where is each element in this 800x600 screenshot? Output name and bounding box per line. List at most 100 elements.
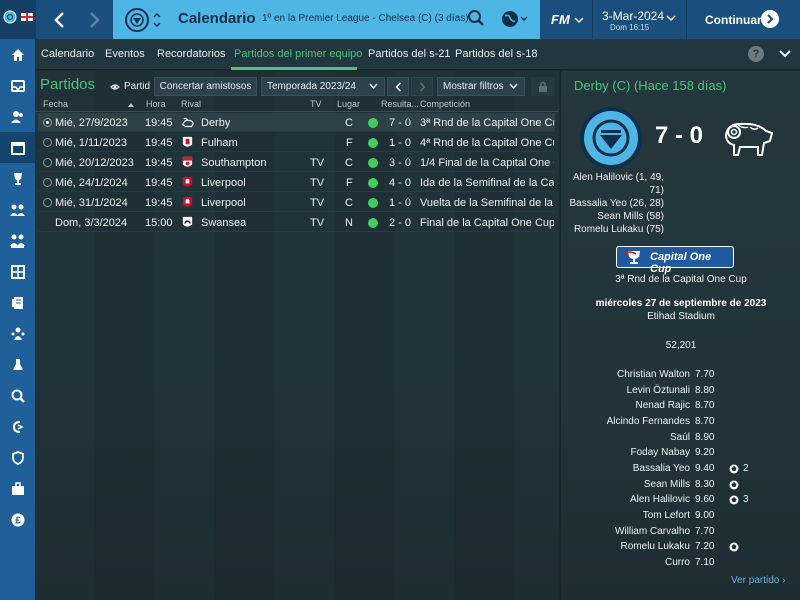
fixture-competition[interactable]: 4ª Rnd de la Capital One Cup <box>420 137 554 149</box>
player-name[interactable]: Foday Nabay <box>631 447 690 458</box>
fixture-opponent[interactable]: Swansea <box>201 217 246 229</box>
fixture-row[interactable]: Mié, 20/12/2023 19:45 Southampton TV C 3… <box>38 153 555 172</box>
tab-partidos-s21[interactable]: Partidos del s-21 <box>368 48 451 60</box>
chevron-left-icon <box>394 81 401 92</box>
player-name[interactable]: Alcindo Fernandes <box>607 416 690 427</box>
sidebar-item-club-vision[interactable] <box>0 442 35 473</box>
fixture-competition[interactable]: Ida de la Semifinal de la Ca... <box>420 177 554 189</box>
player-rating: 8.70 <box>695 416 715 427</box>
sidebar-item-scouting[interactable] <box>0 318 35 349</box>
match-summary-title[interactable]: Derby (C) (Hace 158 días) <box>574 78 726 93</box>
arrange-friendlies-button[interactable]: Concertar amistosos <box>154 77 257 96</box>
fixture-opponent[interactable]: Fulham <box>201 137 238 149</box>
col-competition[interactable]: Competición <box>420 99 470 109</box>
sidebar-item-inbox[interactable] <box>0 70 35 101</box>
fixture-result[interactable]: 7 - 0 <box>389 117 411 129</box>
club-crest-switcher[interactable] <box>124 7 172 36</box>
sidebar-item-staff[interactable] <box>0 194 35 225</box>
sidebar-item-calendar[interactable] <box>0 132 35 163</box>
lock-button[interactable] <box>531 77 555 96</box>
fixture-competition[interactable]: Vuelta de la Semifinal de la ... <box>420 197 554 209</box>
view-match-link[interactable]: Ver partido › <box>731 575 786 586</box>
col-date[interactable]: Fecha <box>43 99 68 109</box>
fixture-result[interactable]: 1 - 0 <box>389 197 411 209</box>
next-season-button[interactable] <box>411 77 433 96</box>
sidebar-item-squad[interactable] <box>0 101 35 132</box>
fixture-competition[interactable]: Final de la Capital One Cup <box>420 217 554 229</box>
fixture-row[interactable]: Mié, 27/9/2023 19:45 Derby C 7 - 0 3ª Rn… <box>38 113 555 132</box>
tab-partidos-s18[interactable]: Partidos del s-18 <box>455 48 538 60</box>
fixtures-view-toggle[interactable]: Partid <box>110 81 150 92</box>
fixture-competition[interactable]: 3ª Rnd de la Capital One Cup <box>420 117 554 129</box>
player-name[interactable]: Alen Halilovic <box>630 494 690 505</box>
col-opponent[interactable]: Rival <box>181 99 201 109</box>
player-name[interactable]: Bassalia Yeo <box>633 463 690 474</box>
fixture-row[interactable]: Mié, 31/1/2024 19:45 Liverpool TV C 1 - … <box>38 193 555 212</box>
fixture-opponent[interactable]: Derby <box>201 117 230 129</box>
search-button[interactable] <box>467 9 485 30</box>
player-name[interactable]: Curro <box>665 557 690 568</box>
stadium-name[interactable]: Etihad Stadium <box>561 311 800 322</box>
player-name[interactable]: Nenad Rajic <box>636 400 690 411</box>
sidebar-item-transfers[interactable] <box>0 349 35 380</box>
continue-button[interactable]: Continuar <box>692 0 800 39</box>
sidebar-item-development[interactable] <box>0 411 35 442</box>
col-venue[interactable]: Lugar <box>337 99 360 109</box>
fixture-opponent[interactable]: Liverpool <box>201 177 246 189</box>
sidebar-item-search[interactable] <box>0 380 35 411</box>
player-name[interactable]: Levin Öztunali <box>627 385 690 396</box>
player-name[interactable]: Saúl <box>670 432 690 443</box>
help-button[interactable]: ? <box>748 46 764 62</box>
forward-button[interactable] <box>77 0 113 39</box>
col-time[interactable]: Hora <box>146 99 166 109</box>
row-selector[interactable] <box>43 178 52 187</box>
player-name[interactable]: William Carvalho <box>615 526 690 537</box>
fixture-row[interactable]: Dom, 3/3/2024 15:00 Swansea TV N 2 - 0 F… <box>38 213 555 232</box>
sidebar-item-competitions[interactable] <box>0 163 35 194</box>
arrow-right-circle-icon <box>761 10 779 28</box>
row-selector[interactable] <box>43 138 52 147</box>
fixture-row[interactable]: Mié, 24/1/2024 19:45 Liverpool TV F 4 - … <box>38 173 555 192</box>
show-filters-button[interactable]: Mostrar filtros <box>437 77 525 96</box>
fixture-result[interactable]: 2 - 0 <box>389 217 411 229</box>
season-select[interactable]: Temporada 2023/24 <box>261 77 385 96</box>
fixture-result[interactable]: 4 - 0 <box>389 177 411 189</box>
more-options-icon[interactable] <box>778 47 792 61</box>
previous-season-button[interactable] <box>387 77 409 96</box>
tab-calendario[interactable]: Calendario <box>41 48 94 60</box>
sidebar-item-home[interactable] <box>0 39 35 70</box>
fixture-competition[interactable]: 1/4 Final de la Capital One Cup <box>420 157 554 169</box>
sidebar-item-tactics[interactable] <box>0 256 35 287</box>
sidebar-item-business[interactable] <box>0 473 35 504</box>
fixture-result[interactable]: 3 - 0 <box>389 157 411 169</box>
tab-recordatorios[interactable]: Recordatorios <box>157 48 225 60</box>
fm-logo[interactable]: FM <box>551 12 570 27</box>
row-selector[interactable] <box>43 158 52 167</box>
player-name[interactable]: Christian Walton <box>617 369 690 380</box>
player-name[interactable]: Tom Lefort <box>643 510 690 521</box>
sidebar-item-reports[interactable] <box>0 287 35 318</box>
row-selector[interactable] <box>43 198 52 207</box>
fixture-opponent[interactable]: Southampton <box>201 157 266 169</box>
fixture-result[interactable]: 1 - 0 <box>389 137 411 149</box>
competition-round[interactable]: 3ª Rnd de la Capital One Cup <box>561 274 800 285</box>
fixture-row[interactable]: Mié, 1/11/2023 19:45 Fulham F 1 - 0 4ª R… <box>38 133 555 152</box>
col-tv[interactable]: TV <box>310 99 322 109</box>
fixture-opponent[interactable]: Liverpool <box>201 197 246 209</box>
player-rating: 7.70 <box>695 369 715 380</box>
world-button[interactable] <box>501 9 529 32</box>
sidebar-item-training[interactable] <box>0 225 35 256</box>
sidebar-item-finances[interactable]: £ <box>0 504 35 535</box>
back-button[interactable] <box>41 0 77 39</box>
svg-text:£: £ <box>15 515 21 526</box>
fixture-tv: TV <box>310 177 325 189</box>
club-menu-button[interactable] <box>0 0 36 39</box>
competition-logo-text: Capital One Cup <box>650 251 712 275</box>
row-selector[interactable] <box>43 118 52 127</box>
col-result[interactable]: Resulta... <box>381 99 419 109</box>
date-display[interactable]: 3-Mar-2024 Dom 16:15 <box>592 0 687 39</box>
tab-eventos[interactable]: Eventos <box>105 48 145 60</box>
tab-partidos-primer-equipo[interactable]: Partidos del primer equipo <box>234 48 362 60</box>
player-name[interactable]: Romelu Lukaku <box>621 541 690 552</box>
player-name[interactable]: Sean Mills <box>644 479 690 490</box>
